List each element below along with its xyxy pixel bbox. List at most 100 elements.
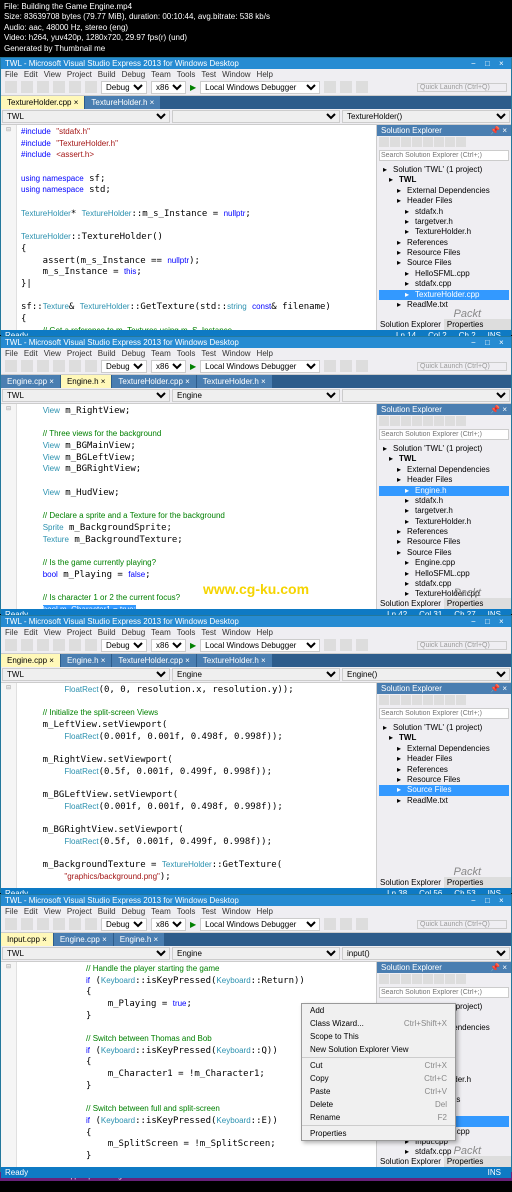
scope-select[interactable]: TWL <box>2 389 170 402</box>
scope-select[interactable]: TWL <box>2 668 170 681</box>
tree-node[interactable]: ▸TWL <box>379 175 509 185</box>
exp-tool-icon[interactable] <box>379 974 389 984</box>
menu-item[interactable]: Debug <box>122 70 146 79</box>
nav-back-icon[interactable] <box>5 81 17 93</box>
explorer-search[interactable] <box>379 150 509 161</box>
menu-item[interactable]: Team <box>151 349 171 358</box>
platform-select[interactable]: x86 <box>151 81 186 94</box>
debugger-select[interactable]: Local Windows Debugger <box>200 639 320 652</box>
menu-item[interactable]: Window <box>222 628 250 637</box>
menu-item[interactable]: File <box>5 70 18 79</box>
exp-tool-icon[interactable] <box>390 974 400 984</box>
menu-item[interactable]: View <box>44 349 61 358</box>
tree-node[interactable]: ▸External Dependencies <box>379 186 509 196</box>
tool-icon[interactable] <box>340 360 352 372</box>
pin-icon[interactable]: 📌 × <box>490 963 507 972</box>
menu-item[interactable]: Project <box>67 907 92 916</box>
tool-icon[interactable] <box>324 81 336 93</box>
exp-tool-icon[interactable] <box>401 695 411 705</box>
tree-node[interactable]: ▸targetver.h <box>379 506 509 516</box>
menu-item[interactable]: Window <box>222 907 250 916</box>
debugger-select[interactable]: Local Windows Debugger <box>200 360 320 373</box>
close-icon[interactable]: × <box>499 617 507 625</box>
editor-tab[interactable]: Engine.cpp × <box>1 654 60 667</box>
menu-item[interactable]: Build <box>98 349 116 358</box>
explorer-search[interactable] <box>379 429 509 440</box>
scope-select[interactable]: Engine <box>172 389 340 402</box>
editor-tab[interactable]: Engine.h × <box>61 654 111 667</box>
close-icon[interactable]: × <box>499 59 507 67</box>
menu-item[interactable]: File <box>5 349 18 358</box>
editor-tab[interactable]: Input.cpp × <box>1 933 53 946</box>
tree-node[interactable]: ▸Engine.cpp <box>379 558 509 568</box>
menu-item[interactable]: Test <box>201 628 216 637</box>
open-icon[interactable] <box>53 918 65 930</box>
menu-item[interactable]: Test <box>201 907 216 916</box>
explorer-tab[interactable]: Properties <box>444 1156 486 1167</box>
pin-icon[interactable]: 📌 × <box>490 405 507 414</box>
maximize-icon[interactable]: □ <box>485 896 493 904</box>
save-icon[interactable] <box>69 360 81 372</box>
minimize-icon[interactable]: − <box>471 59 479 67</box>
undo-icon[interactable] <box>85 81 97 93</box>
menu-item[interactable]: Team <box>151 907 171 916</box>
explorer-tab[interactable]: Solution Explorer <box>377 1156 444 1167</box>
menu-item[interactable]: View <box>44 628 61 637</box>
nav-back-icon[interactable] <box>5 360 17 372</box>
exp-tool-icon[interactable] <box>423 695 433 705</box>
tree-node[interactable]: ▸Source Files <box>379 785 509 795</box>
scope-select[interactable] <box>172 110 340 123</box>
exp-tool-icon[interactable] <box>434 974 444 984</box>
exp-tool-icon[interactable] <box>401 416 411 426</box>
context-menu-item[interactable]: RenameF2 <box>302 1111 455 1124</box>
new-icon[interactable] <box>37 639 49 651</box>
code-editor[interactable]: ⊟#include "stdafx.h" #include "TextureHo… <box>1 125 376 330</box>
scope-select[interactable]: Engine <box>172 668 340 681</box>
nav-fwd-icon[interactable] <box>21 360 33 372</box>
tree-node[interactable]: ▸TWL <box>379 733 509 743</box>
menu-item[interactable]: Tools <box>177 628 196 637</box>
exp-tool-icon[interactable] <box>379 137 389 147</box>
exp-tool-icon[interactable] <box>434 695 444 705</box>
quick-launch[interactable]: Quick Launch (Ctrl+Q) <box>417 641 507 650</box>
exp-tool-icon[interactable] <box>390 137 400 147</box>
explorer-tab[interactable]: Properties <box>444 877 486 888</box>
menu-item[interactable]: File <box>5 907 18 916</box>
tree-node[interactable]: ▸Resource Files <box>379 248 509 258</box>
nav-fwd-icon[interactable] <box>21 918 33 930</box>
context-menu-item[interactable]: New Solution Explorer View <box>302 1043 455 1056</box>
nav-back-icon[interactable] <box>5 918 17 930</box>
menu-item[interactable]: Window <box>222 70 250 79</box>
explorer-tab[interactable]: Properties <box>444 319 486 330</box>
solution-tree[interactable]: ▸Solution 'TWL' (1 project)▸TWL▸External… <box>377 721 511 877</box>
exp-tool-icon[interactable] <box>412 974 422 984</box>
exp-tool-icon[interactable] <box>434 416 444 426</box>
editor-tab[interactable]: Engine.cpp × <box>54 933 113 946</box>
tool-icon[interactable] <box>356 639 368 651</box>
config-select[interactable]: Debug <box>101 81 147 94</box>
tree-node[interactable]: ▸Solution 'TWL' (1 project) <box>379 444 509 454</box>
exp-tool-icon[interactable] <box>390 416 400 426</box>
tool-icon[interactable] <box>356 360 368 372</box>
tree-node[interactable]: ▸TextureHolder.cpp <box>379 589 509 598</box>
tree-node[interactable]: ▸Source Files <box>379 258 509 268</box>
editor-tab[interactable]: TextureHolder.cpp × <box>112 375 195 388</box>
open-icon[interactable] <box>53 360 65 372</box>
editor-tab[interactable]: TextureHolder.h × <box>197 654 272 667</box>
context-menu-item[interactable]: Add <box>302 1004 455 1017</box>
exp-tool-icon[interactable] <box>379 695 389 705</box>
tree-node[interactable]: ▸External Dependencies <box>379 744 509 754</box>
close-icon[interactable]: × <box>499 896 507 904</box>
open-icon[interactable] <box>53 639 65 651</box>
editor-tab[interactable]: TextureHolder.cpp × <box>112 654 195 667</box>
tree-node[interactable]: ▸Resource Files <box>379 775 509 785</box>
debugger-select[interactable]: Local Windows Debugger <box>200 81 320 94</box>
config-select[interactable]: Debug <box>101 639 147 652</box>
menu-item[interactable]: Edit <box>24 70 38 79</box>
context-menu-item[interactable]: Properties <box>302 1127 455 1140</box>
exp-tool-icon[interactable] <box>456 974 466 984</box>
tree-node[interactable]: ▸stdafx.h <box>379 496 509 506</box>
nav-fwd-icon[interactable] <box>21 639 33 651</box>
code-editor[interactable]: ⊟ FloatRect(0, 0, resolution.x, resoluti… <box>1 683 376 888</box>
undo-icon[interactable] <box>85 639 97 651</box>
